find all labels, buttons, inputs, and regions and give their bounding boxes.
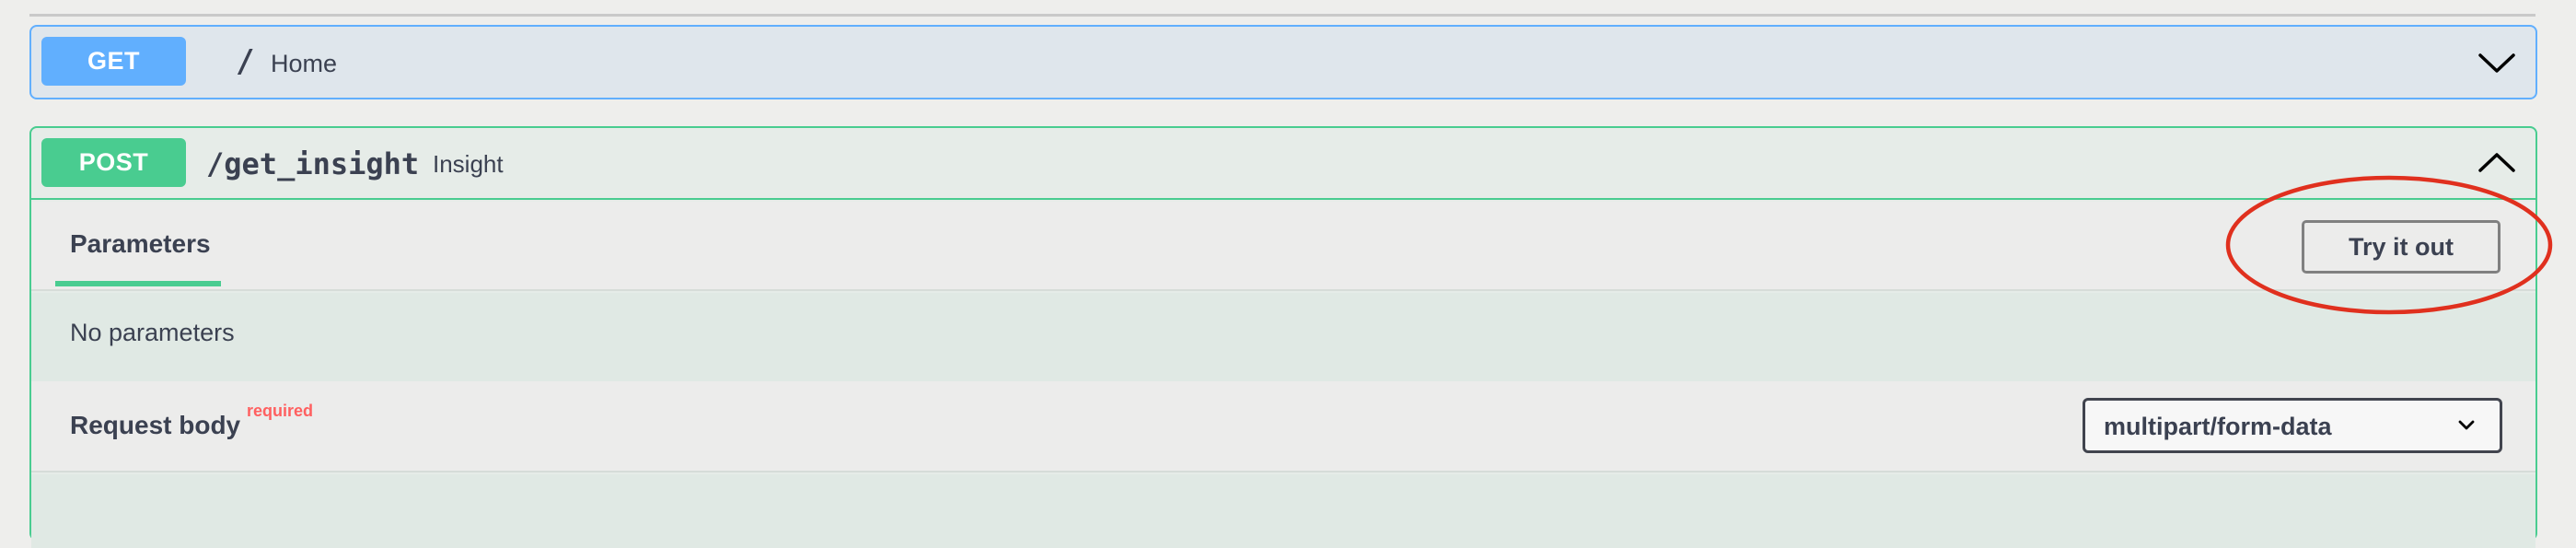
operation-get-home[interactable]: GET / Home <box>29 25 2537 99</box>
method-badge-post: POST <box>41 138 186 187</box>
operation-path: /get_insight <box>206 146 420 181</box>
method-badge-get: GET <box>41 37 186 86</box>
no-parameters-text: No parameters <box>70 319 235 346</box>
request-body-label: Request body <box>70 411 241 439</box>
operation-path: / <box>236 43 255 80</box>
request-body-header: Request body required multipart/form-dat… <box>31 381 2535 472</box>
active-tab-indicator <box>55 281 221 286</box>
divider <box>29 14 2535 17</box>
operation-summary: Insight <box>433 150 504 178</box>
annotation-ellipse <box>2225 175 2553 315</box>
request-body-content <box>31 474 2535 548</box>
required-marker: required <box>247 402 314 420</box>
content-type-value: multipart/form-data <box>2104 413 2332 440</box>
chevron-down-icon[interactable] <box>2477 49 2517 76</box>
parameters-body: No parameters <box>31 293 2535 381</box>
content-type-select[interactable]: multipart/form-data <box>2083 398 2502 453</box>
operation-header[interactable]: POST /get_insight Insight <box>31 128 2535 200</box>
operation-summary: Home <box>271 50 338 77</box>
operation-post-get-insight: POST /get_insight Insight Parameters Try… <box>29 126 2537 548</box>
tab-parameters[interactable]: Parameters <box>70 229 211 259</box>
parameters-section-header: Parameters Try it out <box>31 202 2535 291</box>
chevron-down-icon <box>2458 420 2475 430</box>
